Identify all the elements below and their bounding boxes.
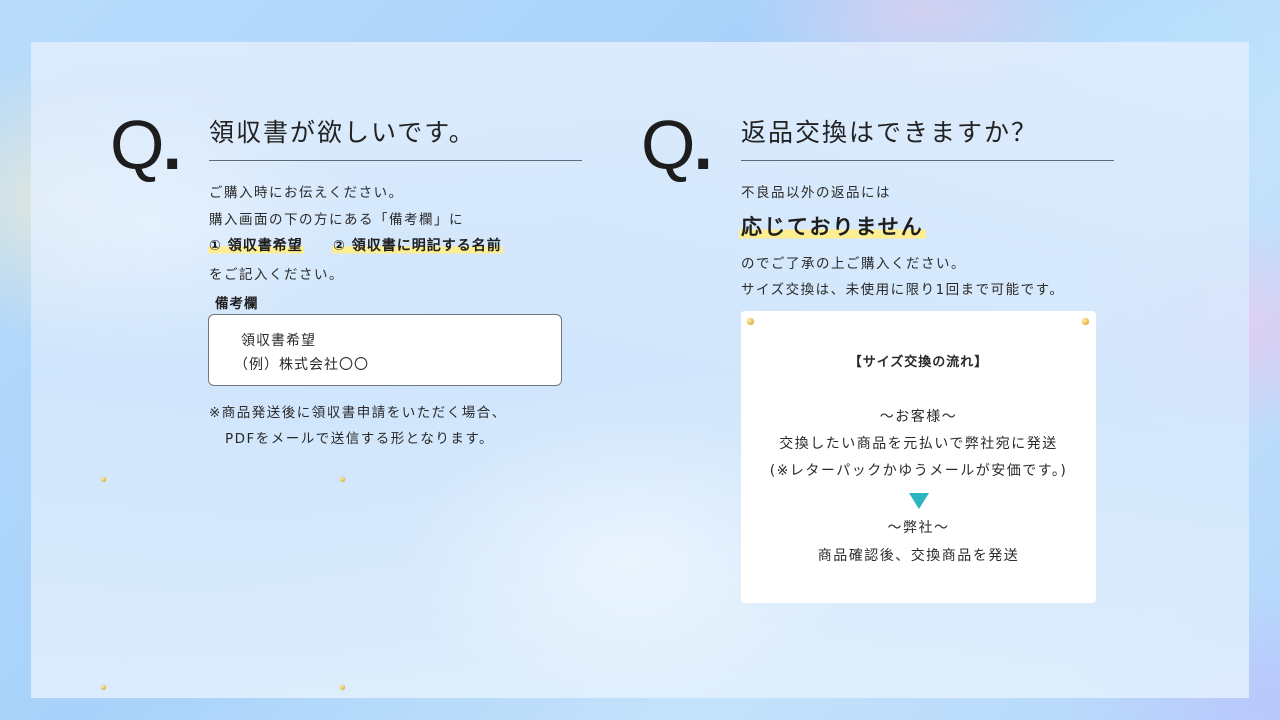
flow-company-heading: ～弊社～: [887, 520, 950, 536]
question-title-returns: 返品交換はできますか？: [741, 118, 1039, 147]
answer-line-2: 購入画面の下の方にある「備考欄」に: [209, 212, 464, 228]
pin-icon: [101, 477, 106, 482]
question-title-receipt: 領収書が欲しいです。: [209, 118, 476, 147]
pin-icon: [340, 477, 345, 482]
returns-emphasis: 応じておりません: [739, 211, 926, 241]
returns-line-1: のでご了承の上ご購入ください。: [741, 256, 966, 272]
answer-line-1: ご購入時にお伝えください。: [209, 185, 404, 201]
size-exchange-flow-card: 【サイズ交換の流れ】 ～お客様～ 交換したい商品を元払いで弊社宛に発送 (※レタ…: [741, 311, 1096, 603]
flow-title: 【サイズ交換の流れ】: [848, 355, 989, 370]
question-mark-right: Q.: [641, 106, 713, 184]
flow-company-step: 商品確認後、交換商品を発送: [817, 548, 1020, 564]
question-mark-left: Q.: [110, 106, 182, 184]
pin-icon: [101, 685, 106, 690]
remarks-example-box: 領収書希望 （例）株式会社〇〇: [208, 314, 562, 386]
returns-intro: 不良品以外の返品には: [741, 185, 891, 201]
remarks-label: 備考欄: [215, 296, 259, 312]
returns-line-2: サイズ交換は、未使用に限り1回まで可能です。: [741, 282, 1065, 298]
flow-customer-step: 交換したい商品を元払いで弊社宛に発送: [779, 436, 1058, 452]
remarks-example-line-1: 領収書希望: [241, 333, 316, 349]
flow-customer-note: (※レターパックかゆうメールが安価です。): [769, 463, 1068, 479]
highlight-receipt-name: ② 領収書に明記する名前: [332, 235, 503, 255]
pin-icon: [747, 318, 754, 325]
receipt-note-line-1: ※商品発送後に領収書申請をいただく場合、: [209, 405, 507, 421]
flow-customer-heading: ～お客様～: [879, 409, 958, 425]
pin-icon: [1082, 318, 1089, 325]
remarks-example-line-2: （例）株式会社〇〇: [234, 357, 369, 373]
answer-line-3: をご記入ください。: [209, 267, 344, 283]
title-divider-right: [741, 160, 1114, 161]
title-divider-left: [209, 160, 582, 161]
receipt-note-line-2: PDFをメールで送信する形となります。: [225, 431, 495, 447]
pin-icon: [340, 685, 345, 690]
highlight-receipt-request: ① 領収書希望: [208, 235, 304, 255]
down-arrow-icon: [909, 493, 929, 509]
